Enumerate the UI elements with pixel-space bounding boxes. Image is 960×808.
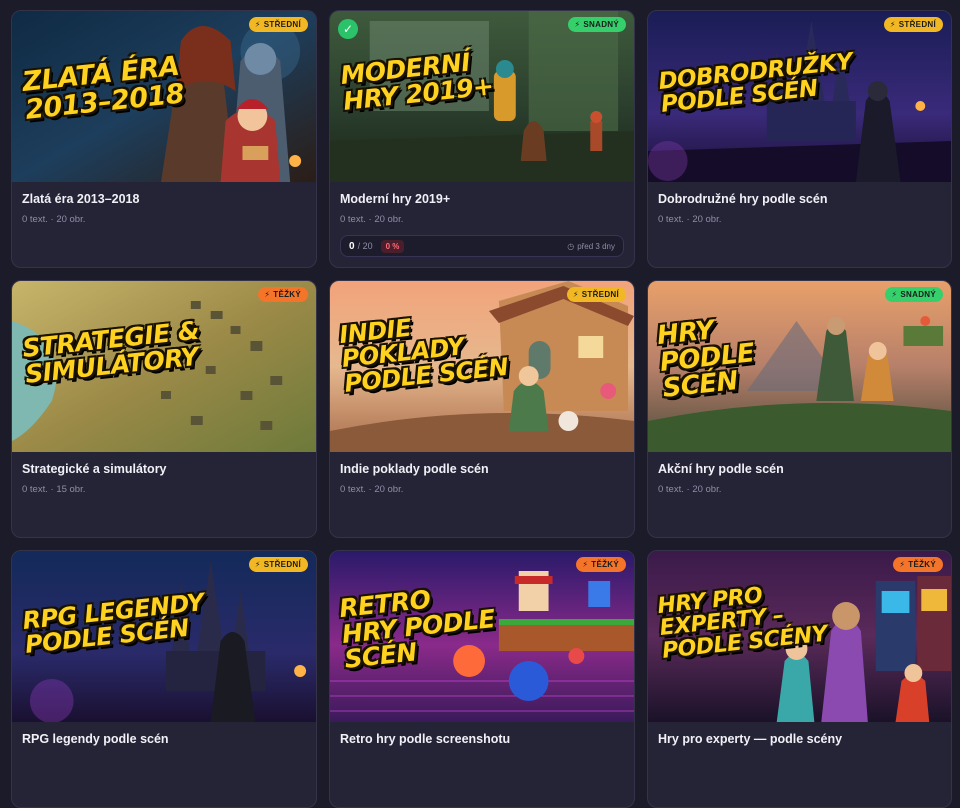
card-meta: 0 text. · 20 obr.: [22, 214, 86, 225]
bolt-icon: ⚡: [264, 290, 271, 299]
difficulty-badge: ⚡ Střední: [883, 17, 943, 32]
card-thumbnail: Indie poklady podle scén ⚡ Střední: [330, 281, 634, 452]
quiz-card-moderni-hry[interactable]: ✓ Moderní hry 2019+ ⚡ Snadný Moderní hry…: [329, 10, 635, 268]
card-title: Zlatá éra 2013–2018: [22, 192, 140, 206]
badge-label: Těžký: [908, 560, 936, 569]
bolt-icon: ⚡: [254, 560, 261, 569]
progress-percent: 0 %: [380, 239, 405, 253]
badge-label: Snadný: [583, 20, 619, 29]
card-meta: 0 text. · 20 obr.: [658, 484, 722, 495]
difficulty-badge: ⚡ Těžký: [576, 557, 626, 572]
badge-label: Střední: [581, 290, 619, 299]
thumbnail-title: Indie poklady podle scén: [337, 313, 510, 398]
card-thumbnail: Zlatá éra 2013–2018 ⚡ Střední: [12, 11, 316, 182]
card-meta: 0 text. · 20 obr.: [658, 214, 722, 225]
difficulty-badge: ⚡ Střední: [248, 557, 308, 572]
badge-label: Střední: [263, 20, 301, 29]
card-title: Dobrodružné hry podle scén: [658, 192, 828, 206]
card-title: Hry pro experty — podle scény: [658, 732, 843, 746]
card-thumbnail: Retro hry podle scén ⚡ Těžký: [330, 551, 634, 722]
card-info: Strategické a simulátory 0 text. · 15 ob…: [12, 452, 316, 495]
progress-done: 0: [349, 240, 355, 252]
quiz-card-grid: Zlatá éra 2013–2018 ⚡ Střední Zlatá éra …: [11, 10, 952, 808]
card-info: Dobrodružné hry podle scén 0 text. · 20 …: [648, 182, 951, 225]
card-title: RPG legendy podle scén: [22, 732, 169, 746]
quiz-card-retro[interactable]: Retro hry podle scén ⚡ Těžký Retro hry p…: [329, 550, 635, 808]
difficulty-badge: ⚡ Střední: [248, 17, 308, 32]
card-meta: 0 text. · 20 obr.: [340, 484, 404, 495]
card-title: Moderní hry 2019+: [340, 192, 451, 206]
quiz-card-akcni[interactable]: Hry podle scén ⚡ Snadný Akční hry podle …: [647, 280, 952, 538]
card-title: Akční hry podle scén: [658, 462, 784, 476]
bolt-icon: ⚡: [582, 560, 589, 569]
bolt-icon: ⚡: [891, 290, 898, 299]
card-thumbnail: ✓ Moderní hry 2019+ ⚡ Snadný: [330, 11, 634, 182]
quiz-card-experti[interactable]: Hry pro experty – podle scény ⚡ Těžký Hr…: [647, 550, 952, 808]
card-info: Retro hry podle screenshotu: [330, 722, 634, 746]
card-info: RPG legendy podle scén: [12, 722, 316, 746]
difficulty-badge: ⚡ Snadný: [885, 287, 943, 302]
card-meta: 0 text. · 15 obr.: [22, 484, 86, 495]
last-played-text: před 3 dny: [577, 241, 615, 251]
card-info: Indie poklady podle scén 0 text. · 20 ob…: [330, 452, 634, 495]
badge-label: Střední: [263, 560, 301, 569]
progress-bar: 0 / 20 0 % ◷ před 3 dny: [340, 235, 624, 257]
card-info: Moderní hry 2019+ 0 text. · 20 obr.: [330, 182, 634, 225]
difficulty-badge: ⚡ Snadný: [568, 17, 626, 32]
card-info: Hry pro experty — podle scény: [648, 722, 951, 746]
progress-total: / 20: [357, 241, 373, 251]
badge-label: Snadný: [900, 290, 936, 299]
badge-label: Těžký: [591, 560, 619, 569]
card-thumbnail: Hry podle scén ⚡ Snadný: [648, 281, 951, 452]
card-title: Retro hry podle screenshotu: [340, 732, 511, 746]
card-thumbnail: RPG legendy podle scén ⚡ Střední: [12, 551, 316, 722]
quiz-card-strategie[interactable]: Strategie & simulátory ⚡ Těžký Strategic…: [11, 280, 317, 538]
quiz-card-indie[interactable]: Indie poklady podle scén ⚡ Střední Indie…: [329, 280, 635, 538]
card-meta: 0 text. · 20 obr.: [340, 214, 404, 225]
difficulty-badge: ⚡ Těžký: [893, 557, 943, 572]
card-title: Indie poklady podle scén: [340, 462, 489, 476]
card-info: Zlatá éra 2013–2018 0 text. · 20 obr.: [12, 182, 316, 225]
card-info: Akční hry podle scén 0 text. · 20 obr.: [648, 452, 951, 495]
completed-check-icon: ✓: [338, 19, 358, 39]
bolt-icon: ⚡: [889, 20, 896, 29]
bolt-icon: ⚡: [574, 20, 581, 29]
quiz-card-rpg[interactable]: RPG legendy podle scén ⚡ Střední RPG leg…: [11, 550, 317, 808]
badge-label: Střední: [898, 20, 936, 29]
card-thumbnail: Hry pro experty – podle scény ⚡ Těžký: [648, 551, 951, 722]
thumbnail-title: Retro hry podle scén: [337, 584, 497, 674]
difficulty-badge: ⚡ Těžký: [258, 287, 308, 302]
quiz-card-dobrodruzne[interactable]: Dobrodružky podle scén ⚡ Střední Dobrodr…: [647, 10, 952, 268]
bolt-icon: ⚡: [254, 20, 261, 29]
bolt-icon: ⚡: [572, 290, 579, 299]
card-title: Strategické a simulátory: [22, 462, 167, 476]
bolt-icon: ⚡: [899, 560, 906, 569]
card-thumbnail: Dobrodružky podle scén ⚡ Střední: [648, 11, 951, 182]
last-played: ◷ před 3 dny: [567, 242, 615, 251]
clock-icon: ◷: [567, 241, 575, 251]
difficulty-badge: ⚡ Střední: [566, 287, 626, 302]
thumbnail-title: Hry podle scén: [655, 315, 756, 404]
badge-label: Těžký: [273, 290, 301, 299]
quiz-card-zlata-era[interactable]: Zlatá éra 2013–2018 ⚡ Střední Zlatá éra …: [11, 10, 317, 268]
card-thumbnail: Strategie & simulátory ⚡ Těžký: [12, 281, 316, 452]
